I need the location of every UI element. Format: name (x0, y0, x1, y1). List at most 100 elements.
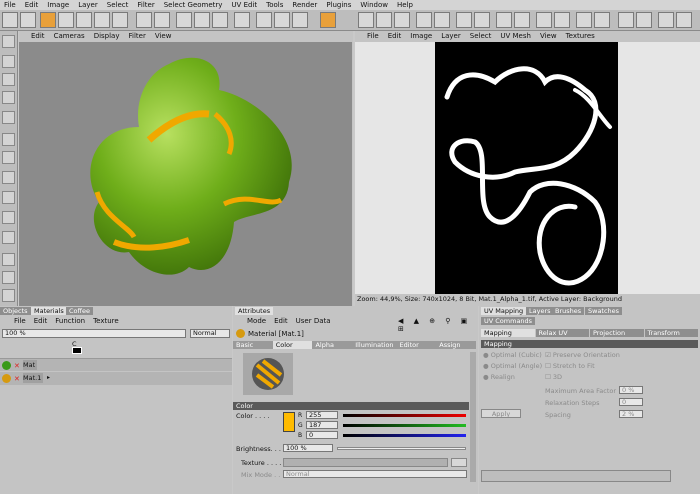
radio-optimal-cubic[interactable]: ● Optimal (Cubic) (483, 351, 542, 359)
z-axis-icon[interactable] (212, 12, 228, 28)
redo-icon[interactable] (20, 12, 36, 28)
subtab-alpha[interactable]: Alpha (312, 341, 353, 349)
render-settings-icon[interactable] (292, 12, 308, 28)
uv-tool-15-icon[interactable] (636, 12, 652, 28)
palette-drop-icon[interactable] (2, 211, 15, 224)
viewport-menu-display[interactable]: Display (94, 32, 120, 40)
green-slider[interactable] (343, 424, 466, 427)
palette-text-icon[interactable] (2, 253, 15, 266)
opacity-field[interactable]: 100 % (2, 329, 186, 338)
color-swatch[interactable] (283, 412, 295, 432)
tab-swatches[interactable]: Swatches (585, 307, 623, 315)
texview-menu-layer[interactable]: Layer (441, 32, 461, 40)
palette-smudge-icon[interactable] (2, 191, 15, 204)
green-value-field[interactable]: 187 (306, 421, 338, 429)
subtab-projection[interactable]: Projection (590, 329, 644, 337)
texview-menu-uvmesh[interactable]: UV Mesh (500, 32, 531, 40)
palette-tool-5-icon[interactable] (2, 111, 15, 124)
palette-tool-3-icon[interactable] (2, 73, 15, 86)
palette-tool-2-icon[interactable] (2, 55, 15, 68)
check-stretch-to-fit[interactable]: ☐ Stretch to Fit (545, 362, 595, 370)
uv-tool-11-icon[interactable] (554, 12, 570, 28)
palette-brush-icon[interactable] (2, 133, 15, 146)
uv-bottom-toolbar[interactable] (481, 470, 671, 482)
mat-menu-edit[interactable]: Edit (34, 317, 48, 327)
blue-slider[interactable] (343, 434, 466, 437)
subtab-mapping[interactable]: Mapping (481, 329, 535, 337)
menu-uv-edit[interactable]: UV Edit (231, 1, 257, 9)
menu-tools[interactable]: Tools (266, 1, 283, 9)
attributes-scrollbar[interactable] (470, 352, 476, 482)
material-row[interactable]: ✕ Mat.1 ▸ (0, 372, 232, 385)
uv-tool-14-icon[interactable] (618, 12, 634, 28)
delete-icon[interactable]: ✕ (14, 362, 20, 370)
apply-button[interactable]: Apply (481, 409, 521, 418)
live-select-icon[interactable] (40, 12, 56, 28)
coord-icon[interactable] (234, 12, 250, 28)
menu-window[interactable]: Window (360, 1, 388, 9)
attr-nav-icons[interactable]: ◀ ▲ ⊕ ⚲ ▣ ⊞ (398, 317, 478, 333)
texture-slot[interactable] (283, 458, 448, 467)
uv-tool-5-icon[interactable] (434, 12, 450, 28)
uv-tool-12-icon[interactable] (576, 12, 592, 28)
uv-tool-10-icon[interactable] (536, 12, 552, 28)
texview-menu-view[interactable]: View (540, 32, 557, 40)
delete-icon[interactable]: ✕ (14, 375, 20, 383)
menu-image[interactable]: Image (47, 1, 69, 9)
mixmode-select[interactable]: Normal (283, 470, 467, 478)
menu-help[interactable]: Help (397, 1, 413, 9)
tab-uv-commands[interactable]: UV Commands (481, 317, 536, 325)
paint-icon[interactable] (154, 12, 170, 28)
subtab-assign[interactable]: Assign (436, 341, 477, 349)
texview-menu-file[interactable]: File (367, 32, 379, 40)
attr-menu-edit[interactable]: Edit (274, 317, 288, 327)
palette-tool-1-icon[interactable] (2, 35, 15, 48)
texture-canvas-area[interactable] (355, 42, 700, 294)
attr-menu-mode[interactable]: Mode (247, 317, 266, 327)
subtab-basic[interactable]: Basic (233, 341, 273, 349)
subtab-color[interactable]: Color (272, 341, 313, 349)
palette-fill-icon[interactable] (2, 151, 15, 164)
viewport-menu-filter[interactable]: Filter (129, 32, 146, 40)
texview-menu-textures[interactable]: Textures (566, 32, 595, 40)
menu-filter[interactable]: Filter (137, 1, 154, 9)
menu-file[interactable]: File (4, 1, 16, 9)
menu-select[interactable]: Select (107, 1, 129, 9)
brightness-slider[interactable] (337, 447, 466, 450)
uv-tool-1-icon[interactable] (358, 12, 374, 28)
x-axis-icon[interactable] (176, 12, 192, 28)
alpha-texture-image[interactable] (435, 42, 618, 294)
3d-viewport[interactable] (19, 42, 352, 306)
uv-tool-16-icon[interactable] (658, 12, 674, 28)
palette-zoom-icon[interactable] (2, 231, 15, 244)
subtab-illumination[interactable]: Illumination (352, 341, 397, 349)
radio-realign[interactable]: ● Realign (483, 373, 515, 381)
tab-coffee[interactable]: Coffee (66, 307, 93, 315)
viewport-menu-edit[interactable]: Edit (31, 32, 45, 40)
menu-select-geometry[interactable]: Select Geometry (164, 1, 223, 9)
palette-tool-4-icon[interactable] (2, 91, 15, 104)
max-area-field[interactable]: 0 % (619, 386, 643, 394)
tab-uv-mapping[interactable]: UV Mapping (481, 307, 527, 315)
material-name[interactable]: Mat.1 (23, 373, 43, 383)
red-slider[interactable] (343, 414, 466, 417)
render-view-icon[interactable] (256, 12, 272, 28)
subtab-transform[interactable]: Transform (644, 329, 698, 337)
uv-tool-17-icon[interactable] (676, 12, 692, 28)
scale-icon[interactable] (94, 12, 110, 28)
subtab-relax-uv[interactable]: Relax UV (535, 329, 589, 337)
texview-menu-edit[interactable]: Edit (388, 32, 402, 40)
radio-optimal-angle[interactable]: ● Optimal (Angle) (483, 362, 542, 370)
uv-tool-9-icon[interactable] (514, 12, 530, 28)
texview-menu-image[interactable]: Image (410, 32, 432, 40)
palette-eraser-icon[interactable] (2, 171, 15, 184)
uv-tool-4-icon[interactable] (416, 12, 432, 28)
uv-tool-8-icon[interactable] (496, 12, 512, 28)
palette-picker-icon[interactable] (2, 289, 15, 302)
material-name[interactable]: Mat (23, 360, 37, 370)
texture-browse-button[interactable] (451, 458, 467, 467)
relax-steps-field[interactable]: 0 (619, 398, 643, 406)
brightness-field[interactable]: 100 % (283, 444, 333, 452)
blob-object[interactable] (19, 42, 352, 306)
palette-star-icon[interactable] (2, 271, 15, 284)
